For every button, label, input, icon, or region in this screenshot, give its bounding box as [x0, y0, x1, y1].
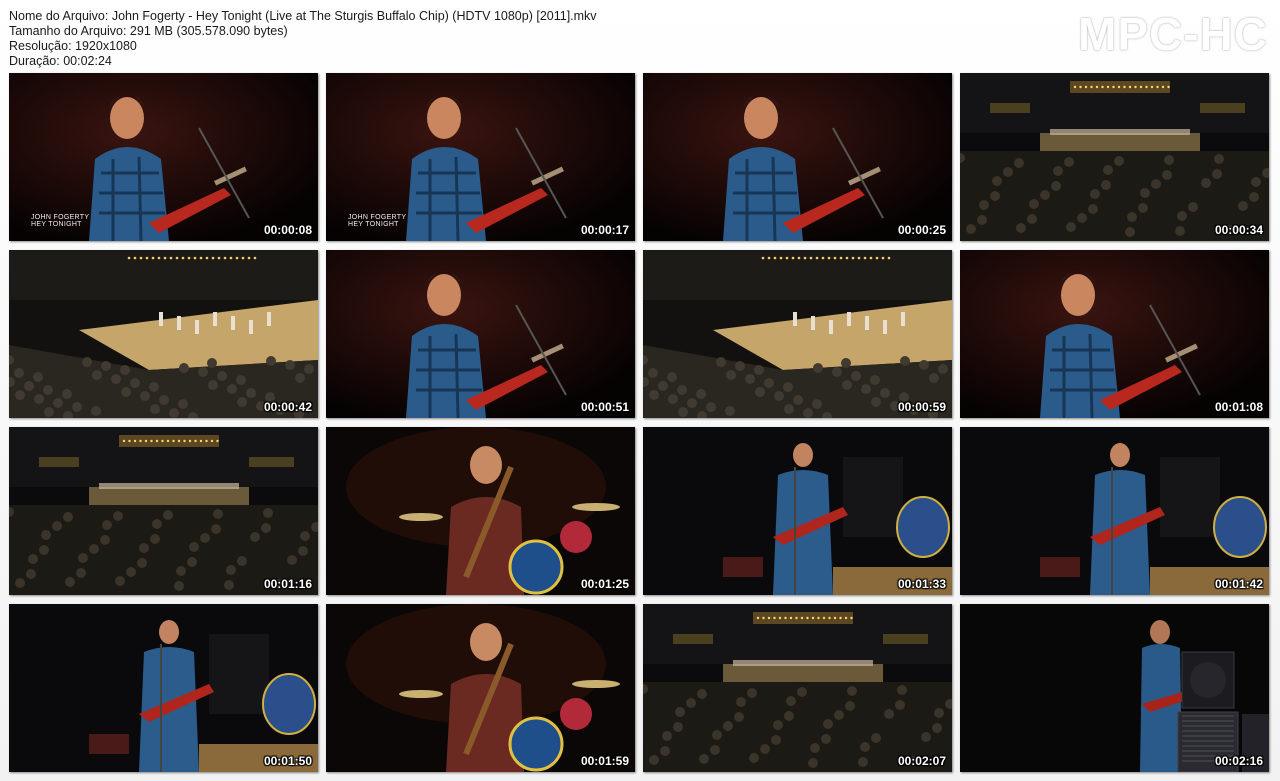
video-frame-image [960, 427, 1269, 595]
file-size: Tamanho do Arquivo: 291 MB (305.578.090 … [9, 24, 288, 38]
file-name: Nome do Arquivo: John Fogerty - Hey Toni… [9, 9, 597, 23]
video-frame-image [326, 250, 635, 418]
video-thumbnail: 00:01:33 [643, 427, 952, 595]
video-frame-image [9, 250, 318, 418]
video-frame-image [643, 73, 952, 241]
video-frame-image [643, 604, 952, 772]
video-caption: JOHN FOGERTY HEY TONIGHT [348, 214, 407, 228]
timestamp-label: 00:00:34 [1214, 223, 1263, 237]
video-frame-image [960, 73, 1269, 241]
timestamp-label: 00:00:08 [263, 223, 312, 237]
video-frame-image [643, 427, 952, 595]
timestamp-label: 00:01:42 [1214, 577, 1263, 591]
video-frame-image [9, 604, 318, 772]
file-info: Nome do Arquivo: John Fogerty - Hey Toni… [9, 9, 597, 69]
timestamp-label: 00:02:16 [1214, 754, 1263, 768]
video-frame-image [960, 604, 1269, 772]
video-thumbnail: 00:01:50 [9, 604, 318, 772]
video-thumbnail: JOHN FOGERTY HEY TONIGHT 00:00:08 [9, 73, 318, 241]
video-frame-image [9, 427, 318, 595]
video-thumbnail: JOHN FOGERTY HEY TONIGHT 00:00:17 [326, 73, 635, 241]
timestamp-label: 00:00:42 [263, 400, 312, 414]
thumbnail-grid: JOHN FOGERTY HEY TONIGHT 00:00:08 JOHN FO… [9, 73, 1269, 772]
video-thumbnail: 00:01:16 [9, 427, 318, 595]
video-thumbnail: 00:00:59 [643, 250, 952, 418]
video-frame-image [326, 427, 635, 595]
video-thumbnail: 00:00:34 [960, 73, 1269, 241]
timestamp-label: 00:00:51 [580, 400, 629, 414]
video-thumbnail: 00:01:08 [960, 250, 1269, 418]
timestamp-label: 00:00:17 [580, 223, 629, 237]
timestamp-label: 00:01:59 [580, 754, 629, 768]
timestamp-label: 00:00:25 [897, 223, 946, 237]
video-thumbnail: 00:02:07 [643, 604, 952, 772]
timestamp-label: 00:01:50 [263, 754, 312, 768]
timestamp-label: 00:01:16 [263, 577, 312, 591]
video-frame-image [960, 250, 1269, 418]
video-thumbnail: 00:00:42 [9, 250, 318, 418]
file-resolution: Resolução: 1920x1080 [9, 39, 137, 53]
timestamp-label: 00:02:07 [897, 754, 946, 768]
timestamp-label: 00:01:33 [897, 577, 946, 591]
file-duration: Duração: 00:02:24 [9, 54, 112, 68]
video-thumbnail: 00:00:25 [643, 73, 952, 241]
video-frame-image [643, 250, 952, 418]
video-thumbnail: 00:01:59 [326, 604, 635, 772]
video-caption: JOHN FOGERTY HEY TONIGHT [31, 214, 90, 228]
mpc-hc-logo: MPC-HC [1078, 8, 1268, 60]
timestamp-label: 00:01:08 [1214, 400, 1263, 414]
video-thumbnail: 00:02:16 [960, 604, 1269, 772]
timestamp-label: 00:01:25 [580, 577, 629, 591]
timestamp-label: 00:00:59 [897, 400, 946, 414]
video-frame-image [326, 604, 635, 772]
video-thumbnail: 00:01:42 [960, 427, 1269, 595]
video-thumbnail: 00:01:25 [326, 427, 635, 595]
video-thumbnail: 00:00:51 [326, 250, 635, 418]
